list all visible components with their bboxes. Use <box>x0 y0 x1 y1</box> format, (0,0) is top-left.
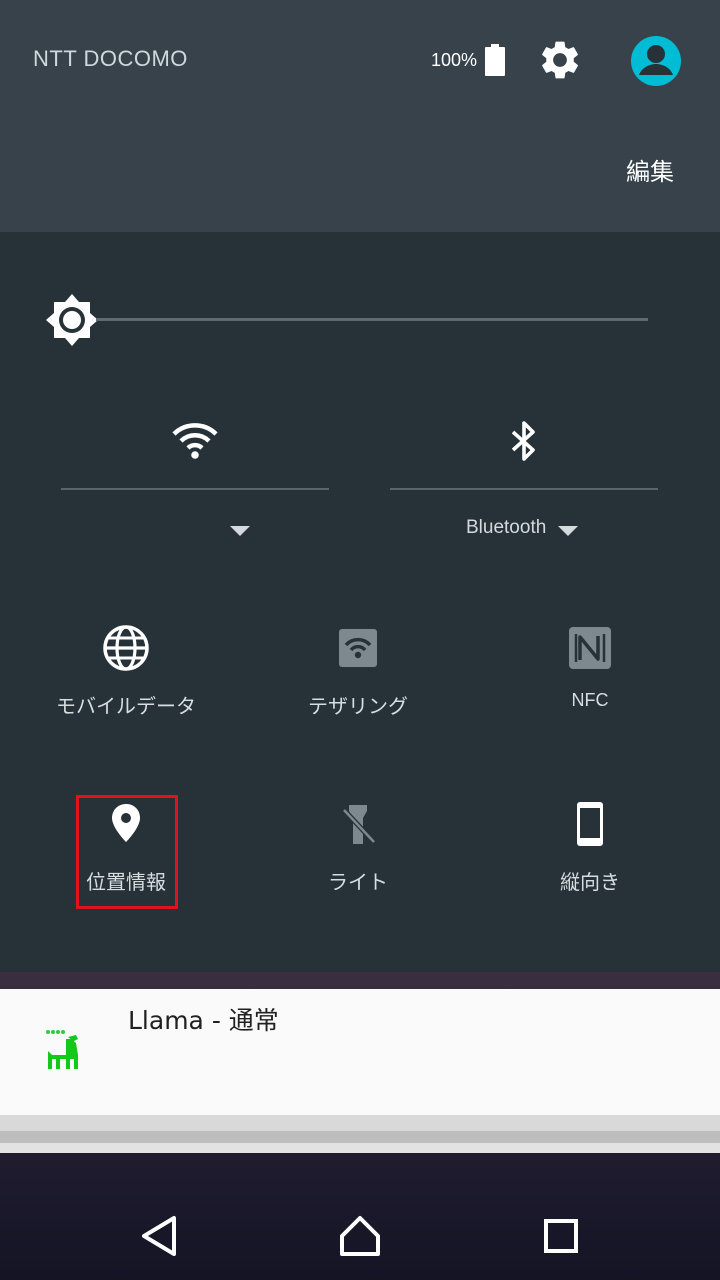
navigation-bar <box>0 1160 720 1280</box>
notification-stack-edge <box>0 1131 720 1143</box>
tile-mobile-data[interactable]: モバイルデータ <box>46 622 206 742</box>
notification-title: Llama - 通常 <box>128 1006 279 1035</box>
portrait-phone-icon <box>577 802 603 846</box>
bluetooth-divider <box>390 488 658 490</box>
settings-gear-icon[interactable] <box>537 37 583 83</box>
bluetooth-label: Bluetooth <box>466 517 547 538</box>
battery-icon <box>485 44 505 76</box>
carrier-label: NTT DOCOMO <box>33 46 188 71</box>
wifi-divider <box>61 488 329 490</box>
user-avatar-icon[interactable] <box>630 35 682 87</box>
battery-percent: 100% <box>431 50 478 70</box>
wifi-icon[interactable] <box>171 417 219 465</box>
tile-nfc[interactable]: NFC <box>510 622 670 742</box>
brightness-slider[interactable] <box>96 318 648 321</box>
quick-settings-header: NTT DOCOMO 100% 編集 <box>0 0 720 232</box>
tile-tethering-label: テザリング <box>308 694 408 718</box>
nfc-icon <box>569 627 611 669</box>
bluetooth-dropdown-caret-icon[interactable] <box>558 526 578 536</box>
tile-portrait-lock[interactable]: 縦向き <box>510 798 670 918</box>
tile-flashlight-label: ライト <box>328 870 388 894</box>
tile-portrait-lock-label: 縦向き <box>560 870 620 894</box>
notification-card[interactable]: Llama - 通常 <box>0 989 720 1115</box>
brightness-icon <box>46 294 98 346</box>
notification-stack-edge <box>0 1115 720 1131</box>
tile-flashlight[interactable]: ライト <box>278 798 438 918</box>
tile-tethering[interactable]: テザリング <box>278 622 438 742</box>
back-icon[interactable] <box>124 1200 196 1272</box>
globe-icon <box>103 625 149 671</box>
edit-button[interactable]: 編集 <box>610 150 690 194</box>
llama-icon <box>46 1030 78 1069</box>
notification-stack-edge <box>0 1143 720 1153</box>
home-icon[interactable] <box>324 1200 396 1272</box>
bluetooth-tile[interactable]: Bluetooth <box>390 405 658 555</box>
recents-icon[interactable] <box>524 1200 596 1272</box>
wifi-dropdown-caret-icon[interactable] <box>230 526 250 536</box>
tethering-icon <box>339 629 377 667</box>
bluetooth-icon[interactable] <box>500 417 548 465</box>
tile-mobile-data-label: モバイルデータ <box>56 694 196 718</box>
wifi-tile[interactable] <box>61 405 329 555</box>
flashlight-off-icon <box>342 805 376 844</box>
tile-nfc-label: NFC <box>571 690 609 710</box>
location-tile-highlight <box>76 795 178 909</box>
